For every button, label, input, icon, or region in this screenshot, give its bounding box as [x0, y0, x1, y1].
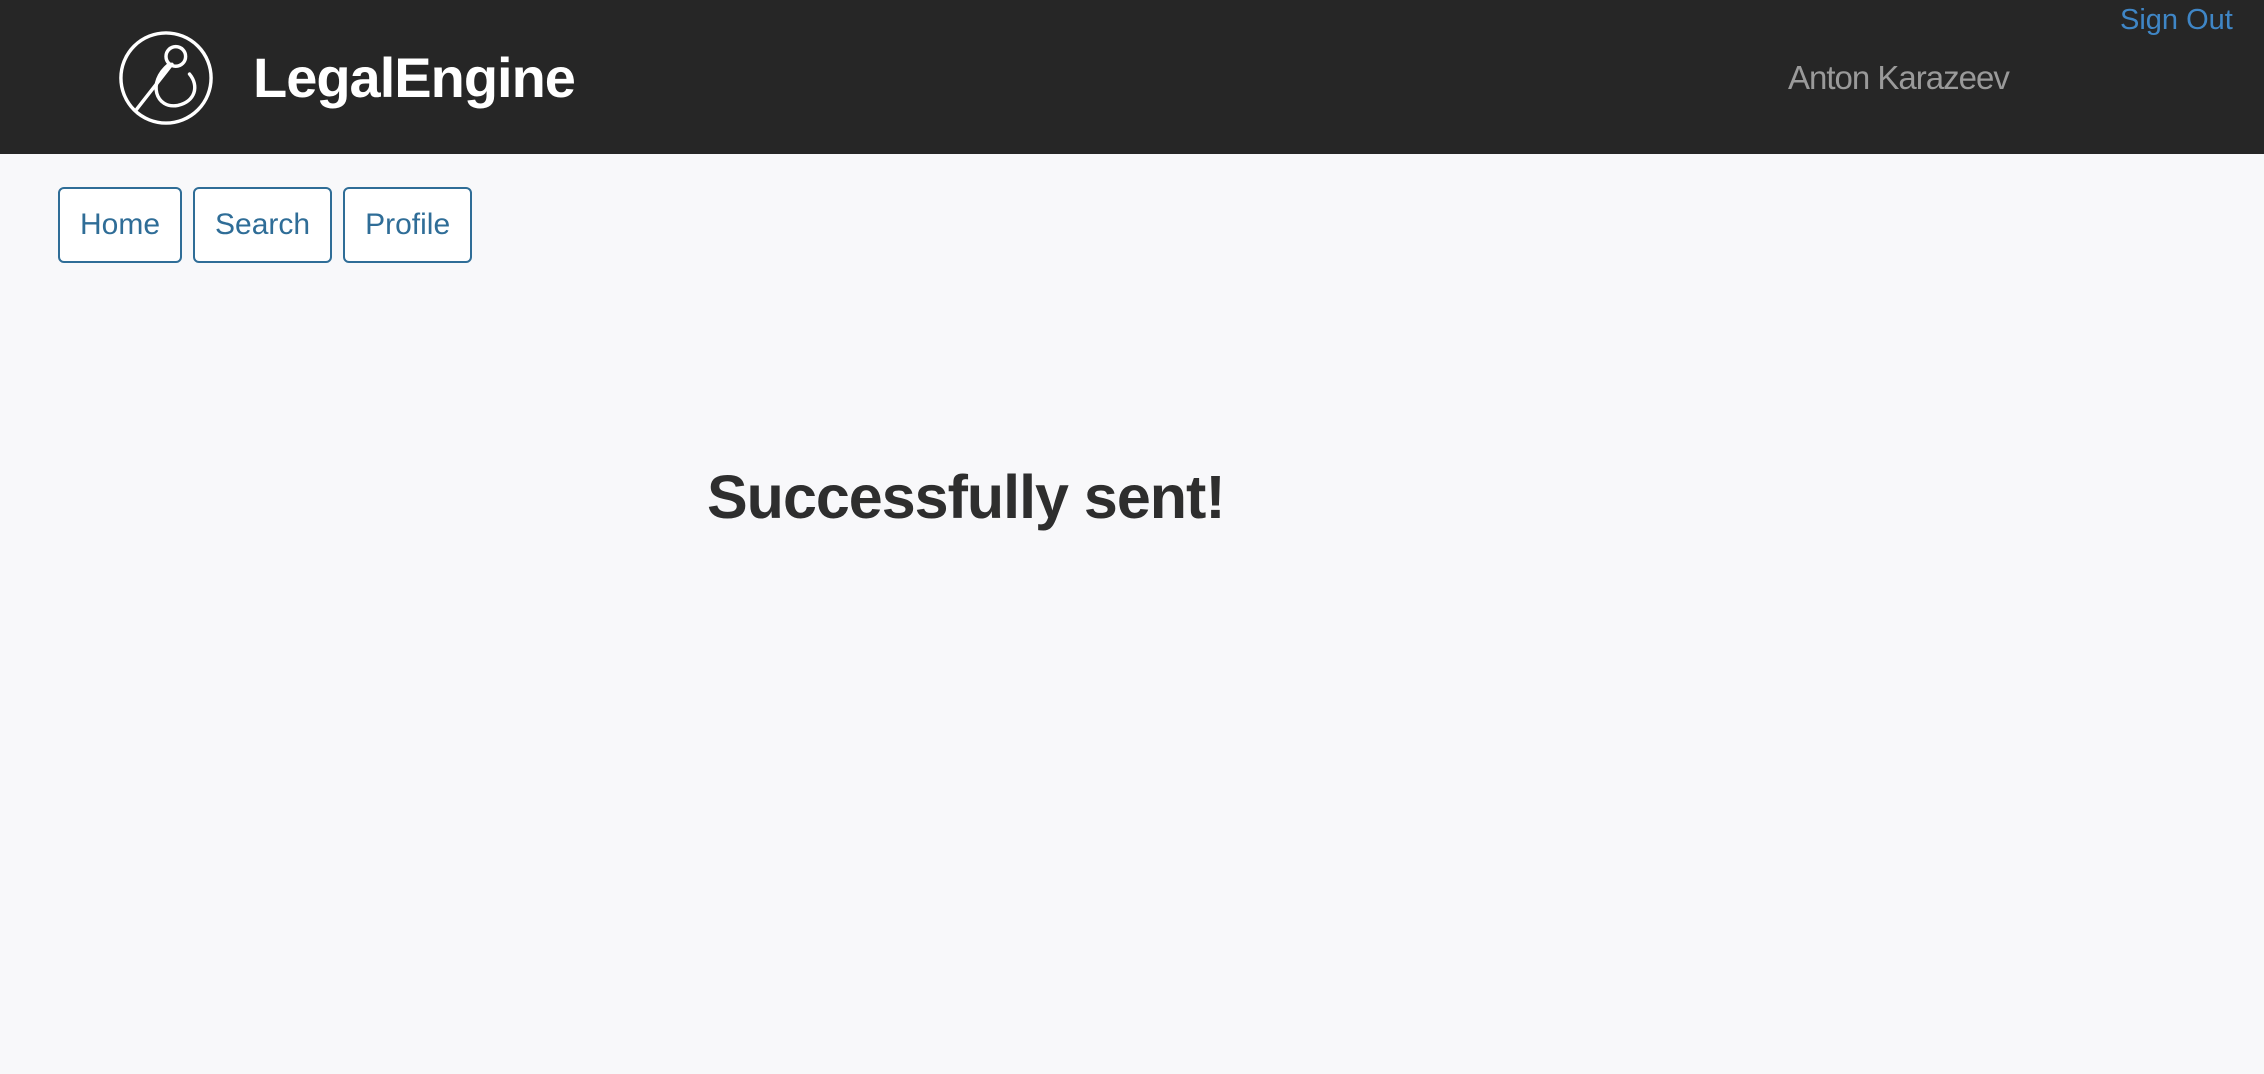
nav-home-button[interactable]: Home: [58, 187, 183, 263]
top-header: LegalEngine Anton Karazeev Sign Out: [0, 0, 2264, 154]
brand-name[interactable]: LegalEngine: [253, 46, 576, 110]
user-name: Anton Karazeev: [1788, 59, 2010, 96]
sign-out-link[interactable]: Sign Out: [2120, 2, 2233, 38]
success-message: Successfully sent!: [707, 463, 1226, 531]
nav-profile-button[interactable]: Profile: [343, 187, 473, 263]
nav-search-button[interactable]: Search: [193, 187, 333, 263]
legalengine-logo-icon[interactable]: [117, 29, 215, 127]
main-nav: Home Search Profile: [58, 187, 483, 263]
